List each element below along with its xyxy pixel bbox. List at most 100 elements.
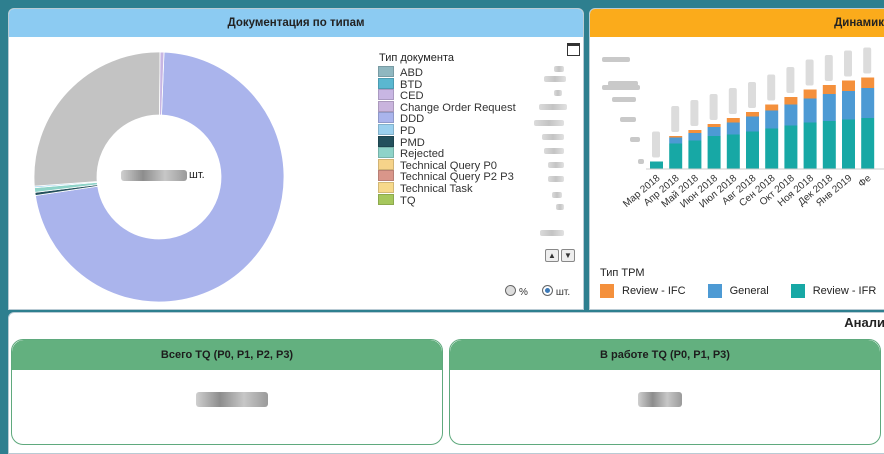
legend-swatch: [378, 170, 394, 182]
bar-segment[interactable]: [803, 89, 817, 99]
tpm-legend-item[interactable]: Review - IFC: [600, 284, 686, 298]
tpm-legend-item[interactable]: General: [707, 284, 769, 298]
donut-center-label: шт.: [121, 169, 205, 181]
dynamics-panel: Динамик Мар 2018 Апр 2018 Май 2018 Июн 2018…: [589, 8, 884, 310]
bar-segment[interactable]: [765, 104, 779, 111]
legend-swatch: [378, 100, 394, 112]
chevron-down-icon[interactable]: ▼: [561, 249, 575, 262]
bar-segment[interactable]: [803, 122, 817, 170]
radio-icon: [505, 285, 516, 296]
bar-value-label-blurred: [844, 50, 852, 77]
tpm-legend-swatch: [600, 284, 614, 298]
bar-segment[interactable]: [861, 118, 875, 169]
analytics-panel: Анали Всего TQ (P0, P1, P2, P3) В работе…: [8, 312, 884, 454]
bar-segment[interactable]: [746, 112, 759, 117]
donut-center-unit: шт.: [189, 169, 205, 181]
bar-segment[interactable]: [707, 127, 721, 136]
bar-segment[interactable]: [765, 110, 779, 129]
bar-segment[interactable]: [726, 134, 740, 170]
bar-value-label-blurred: [805, 59, 814, 86]
bar-segment[interactable]: [822, 121, 836, 169]
bar-value-label-blurred: [728, 88, 737, 114]
bar-segment[interactable]: [726, 118, 740, 123]
bar-segment[interactable]: [784, 125, 798, 170]
tpm-legend-swatch: [707, 284, 722, 298]
bar-value-label-blurred: [767, 74, 776, 101]
kpi-total-tq[interactable]: Всего TQ (P0, P1, P2, P3): [11, 339, 443, 445]
documents-by-type-panel: Документация по типам шт. Тип документа …: [8, 8, 584, 310]
donut-slice[interactable]: [33, 51, 161, 187]
bar-segment[interactable]: [784, 97, 798, 105]
donut-center-value-blurred: [121, 169, 187, 181]
bar-segment[interactable]: [688, 140, 702, 170]
legend-item[interactable]: Technical Query P0: [378, 158, 516, 172]
legend-item[interactable]: CED: [378, 89, 516, 102]
percent-radio[interactable]: %: [505, 285, 528, 298]
bar-segment[interactable]: [842, 80, 855, 92]
dynamics-stacked-bar-chart[interactable]: Мар 2018Апр 2018Май 2018Июн 2018Июл 2018…: [590, 37, 884, 267]
bar-segment[interactable]: [688, 133, 702, 141]
bar-segment[interactable]: [746, 131, 759, 170]
unit-toggle: % шт.: [505, 285, 570, 298]
legend-swatch: [378, 158, 394, 170]
legend-swatch: [378, 123, 394, 135]
bar-segment[interactable]: [669, 143, 683, 170]
tpm-legend-item[interactable]: Review - IFR: [790, 284, 876, 298]
bar-segment[interactable]: [803, 98, 817, 123]
legend-item[interactable]: Rejected: [378, 147, 516, 160]
bar-segment[interactable]: [784, 104, 798, 126]
y-axis-label-blurred: [638, 159, 644, 164]
bar-segment[interactable]: [861, 77, 875, 89]
kpi-in-work-tq[interactable]: В работе TQ (P0, P1, P3): [449, 339, 881, 445]
bar-value-label-blurred: [786, 67, 795, 93]
bar-value-label-blurred: [690, 100, 699, 126]
kpi-in-work-tq-label: В работе TQ (P0, P1, P3): [450, 340, 880, 370]
legend-item[interactable]: PD: [378, 123, 516, 137]
legend-item[interactable]: BTD: [378, 77, 516, 90]
bar-value-label-blurred: [824, 55, 833, 81]
bar-segment[interactable]: [707, 136, 721, 169]
y-axis-label-blurred: [630, 137, 640, 142]
bar-segment[interactable]: [688, 130, 702, 133]
doc-type-legend-title: Тип документа: [379, 52, 455, 64]
legend-item[interactable]: DDD: [378, 112, 516, 125]
bar-segment[interactable]: [726, 122, 740, 135]
y-axis-label-blurred: [602, 57, 630, 62]
bar-segment[interactable]: [842, 119, 855, 170]
legend-swatch: [378, 181, 394, 193]
documents-panel-title: Документация по типам: [9, 9, 583, 37]
legend-item[interactable]: PMD: [378, 135, 516, 148]
bar-segment[interactable]: [822, 85, 836, 94]
maximize-icon[interactable]: [567, 43, 580, 56]
bar-segment[interactable]: [669, 136, 683, 138]
legend-swatch: [378, 135, 394, 147]
legend-item[interactable]: Change Order Request: [378, 100, 516, 114]
legend-swatch: [378, 147, 394, 159]
bar-segment[interactable]: [650, 161, 663, 170]
legend-item[interactable]: Technical Query P2 P3: [378, 170, 516, 183]
bar-segment[interactable]: [861, 88, 875, 118]
bar-segment[interactable]: [746, 116, 759, 132]
tpm-legend-title: Тип ТРМ: [600, 267, 645, 279]
legend-label: TQ: [400, 194, 416, 207]
legend-item[interactable]: TQ: [378, 193, 516, 207]
bar-segment[interactable]: [842, 91, 855, 120]
kpi-total-tq-value-blurred: [196, 392, 268, 407]
kpi-total-tq-label: Всего TQ (P0, P1, P2, P3): [12, 340, 442, 370]
bar-segment[interactable]: [669, 137, 683, 144]
y-axis-label-blurred: [620, 117, 636, 122]
legend-swatch: [378, 193, 394, 205]
legend-values-blurred: [534, 64, 574, 244]
bar-segment[interactable]: [765, 128, 779, 170]
bar-segment[interactable]: [822, 94, 836, 121]
y-axis-label-blurred: [612, 97, 636, 102]
legend-swatch: [378, 89, 394, 101]
legend-swatch: [378, 77, 394, 89]
tpm-legend-label: Review - IFC: [622, 285, 686, 297]
count-radio[interactable]: шт.: [541, 285, 570, 298]
chevron-up-icon[interactable]: ▲: [545, 249, 559, 262]
legend-item[interactable]: ABD: [378, 66, 516, 79]
bar-segment[interactable]: [707, 124, 721, 127]
legend-item[interactable]: Technical Task: [378, 181, 516, 195]
bar-value-label-blurred: [863, 47, 872, 74]
